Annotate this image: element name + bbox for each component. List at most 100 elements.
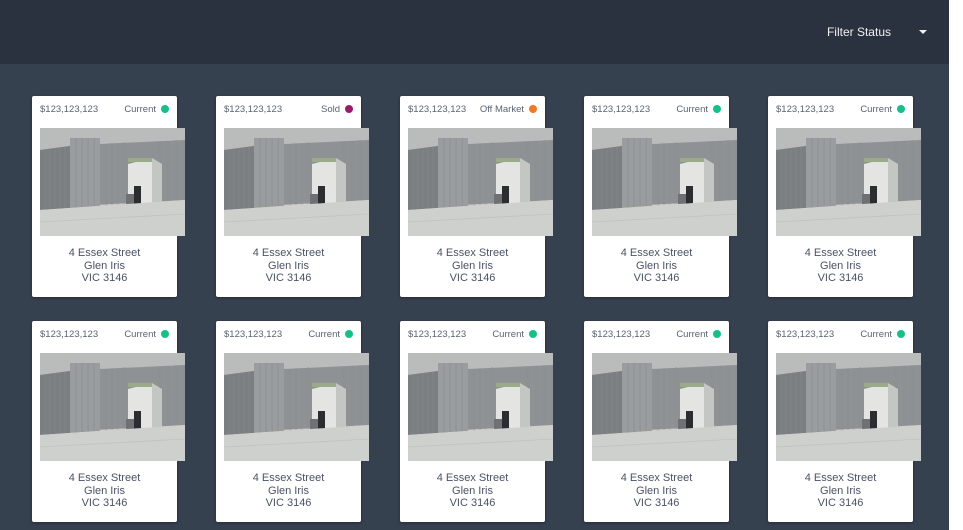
filter-status-label: Filter Status (826, 25, 891, 39)
address-postcode: VIC 3146 (81, 272, 128, 284)
address-suburb: Glen Iris (636, 259, 677, 272)
status-dot-icon (529, 330, 537, 338)
address-postcode: VIC 3146 (449, 497, 496, 509)
card-header: $123,123,123 Current (768, 321, 913, 347)
property-card[interactable]: $123,123,123 Current 4 Essex Street Glen… (400, 321, 553, 522)
property-photo-wrap (768, 128, 921, 236)
status-label: Current (676, 103, 708, 115)
address-street: 4 Essex Street (620, 472, 693, 484)
card-header: $123,123,123 Current (584, 321, 729, 347)
property-price: $123,123,123 (776, 328, 835, 340)
address-postcode: VIC 3146 (265, 497, 312, 509)
property-photo-wrap (216, 353, 369, 461)
top-bar: Filter Status (0, 0, 949, 64)
address-street: 4 Essex Street (436, 247, 509, 259)
filter-status-dropdown[interactable]: Filter Status (827, 0, 927, 64)
address-suburb: Glen Iris (636, 484, 677, 497)
address-postcode: VIC 3146 (81, 497, 128, 509)
card-header: $123,123,123 Current (400, 321, 545, 347)
property-price: $123,123,123 (592, 328, 651, 340)
property-photo (776, 353, 921, 461)
app-window: Filter Status $123,123,123 Current 4 Ess… (0, 0, 963, 530)
property-address: 4 Essex Street Glen Iris VIC 3146 (216, 247, 361, 285)
status-label: Current (308, 328, 340, 340)
status-dot-icon (161, 330, 169, 338)
property-photo (224, 353, 369, 461)
property-card[interactable]: $123,123,123 Current 4 Essex Street Glen… (768, 321, 921, 522)
property-address: 4 Essex Street Glen Iris VIC 3146 (32, 247, 177, 285)
address-suburb: Glen Iris (84, 484, 125, 497)
status-indicator: Current (124, 104, 169, 115)
property-photo (224, 128, 369, 236)
address-postcode: VIC 3146 (265, 272, 312, 284)
card-header: $123,123,123 Current (32, 321, 177, 347)
property-card[interactable]: $123,123,123 Current 4 Essex Street Glen… (216, 321, 369, 522)
property-photo (408, 128, 553, 236)
property-price: $123,123,123 (776, 103, 835, 115)
property-price: $123,123,123 (40, 328, 99, 340)
status-indicator: Current (676, 329, 721, 340)
status-indicator: Sold (321, 104, 353, 115)
status-dot-icon (713, 330, 721, 338)
status-label: Off Market (479, 103, 524, 115)
property-photo-wrap (216, 128, 369, 236)
status-indicator: Current (124, 329, 169, 340)
property-card[interactable]: $123,123,123 Off Market 4 Essex Street G… (400, 96, 553, 297)
property-price: $123,123,123 (408, 328, 467, 340)
address-postcode: VIC 3146 (449, 272, 496, 284)
property-grid: $123,123,123 Current 4 Essex Street Glen… (32, 96, 932, 522)
card-header: $123,123,123 Sold (216, 96, 361, 122)
property-card[interactable]: $123,123,123 Current 4 Essex Street Glen… (768, 96, 921, 297)
address-postcode: VIC 3146 (817, 272, 864, 284)
address-postcode: VIC 3146 (817, 497, 864, 509)
status-indicator: Current (676, 104, 721, 115)
property-price: $123,123,123 (224, 103, 283, 115)
address-postcode: VIC 3146 (633, 497, 680, 509)
status-indicator: Current (860, 329, 905, 340)
address-suburb: Glen Iris (452, 484, 493, 497)
address-suburb: Glen Iris (820, 259, 861, 272)
property-address: 4 Essex Street Glen Iris VIC 3146 (400, 247, 545, 285)
property-photo (40, 128, 185, 236)
property-card[interactable]: $123,123,123 Sold 4 Essex Street Glen Ir… (216, 96, 369, 297)
property-photo-wrap (32, 353, 185, 461)
property-price: $123,123,123 (40, 103, 99, 115)
address-street: 4 Essex Street (252, 247, 325, 259)
property-photo (408, 353, 553, 461)
property-price: $123,123,123 (592, 103, 651, 115)
card-header: $123,123,123 Current (216, 321, 361, 347)
status-indicator: Current (860, 104, 905, 115)
status-dot-icon (897, 330, 905, 338)
property-photo-wrap (32, 128, 185, 236)
property-photo-wrap (400, 128, 553, 236)
property-address: 4 Essex Street Glen Iris VIC 3146 (768, 247, 913, 285)
status-label: Current (860, 103, 892, 115)
property-card[interactable]: $123,123,123 Current 4 Essex Street Glen… (32, 96, 185, 297)
address-street: 4 Essex Street (252, 472, 325, 484)
status-dot-icon (161, 105, 169, 113)
status-label: Current (124, 103, 156, 115)
scrollbar-track[interactable] (949, 0, 963, 530)
card-header: $123,123,123 Off Market (400, 96, 545, 122)
status-dot-icon (897, 105, 905, 113)
status-dot-icon (529, 105, 537, 113)
status-label: Current (860, 328, 892, 340)
status-dot-icon (713, 105, 721, 113)
address-suburb: Glen Iris (268, 259, 309, 272)
status-indicator: Current (492, 329, 537, 340)
status-label: Current (676, 328, 708, 340)
property-card[interactable]: $123,123,123 Current 4 Essex Street Glen… (32, 321, 185, 522)
property-address: 4 Essex Street Glen Iris VIC 3146 (584, 247, 729, 285)
address-street: 4 Essex Street (804, 472, 877, 484)
address-street: 4 Essex Street (68, 247, 141, 259)
status-label: Sold (320, 103, 340, 115)
property-card[interactable]: $123,123,123 Current 4 Essex Street Glen… (584, 96, 737, 297)
card-header: $123,123,123 Current (32, 96, 177, 122)
property-photo-wrap (400, 353, 553, 461)
property-photo-wrap (584, 353, 737, 461)
property-photo-wrap (584, 128, 737, 236)
property-address: 4 Essex Street Glen Iris VIC 3146 (768, 472, 913, 510)
card-header: $123,123,123 Current (584, 96, 729, 122)
address-suburb: Glen Iris (820, 484, 861, 497)
property-card[interactable]: $123,123,123 Current 4 Essex Street Glen… (584, 321, 737, 522)
